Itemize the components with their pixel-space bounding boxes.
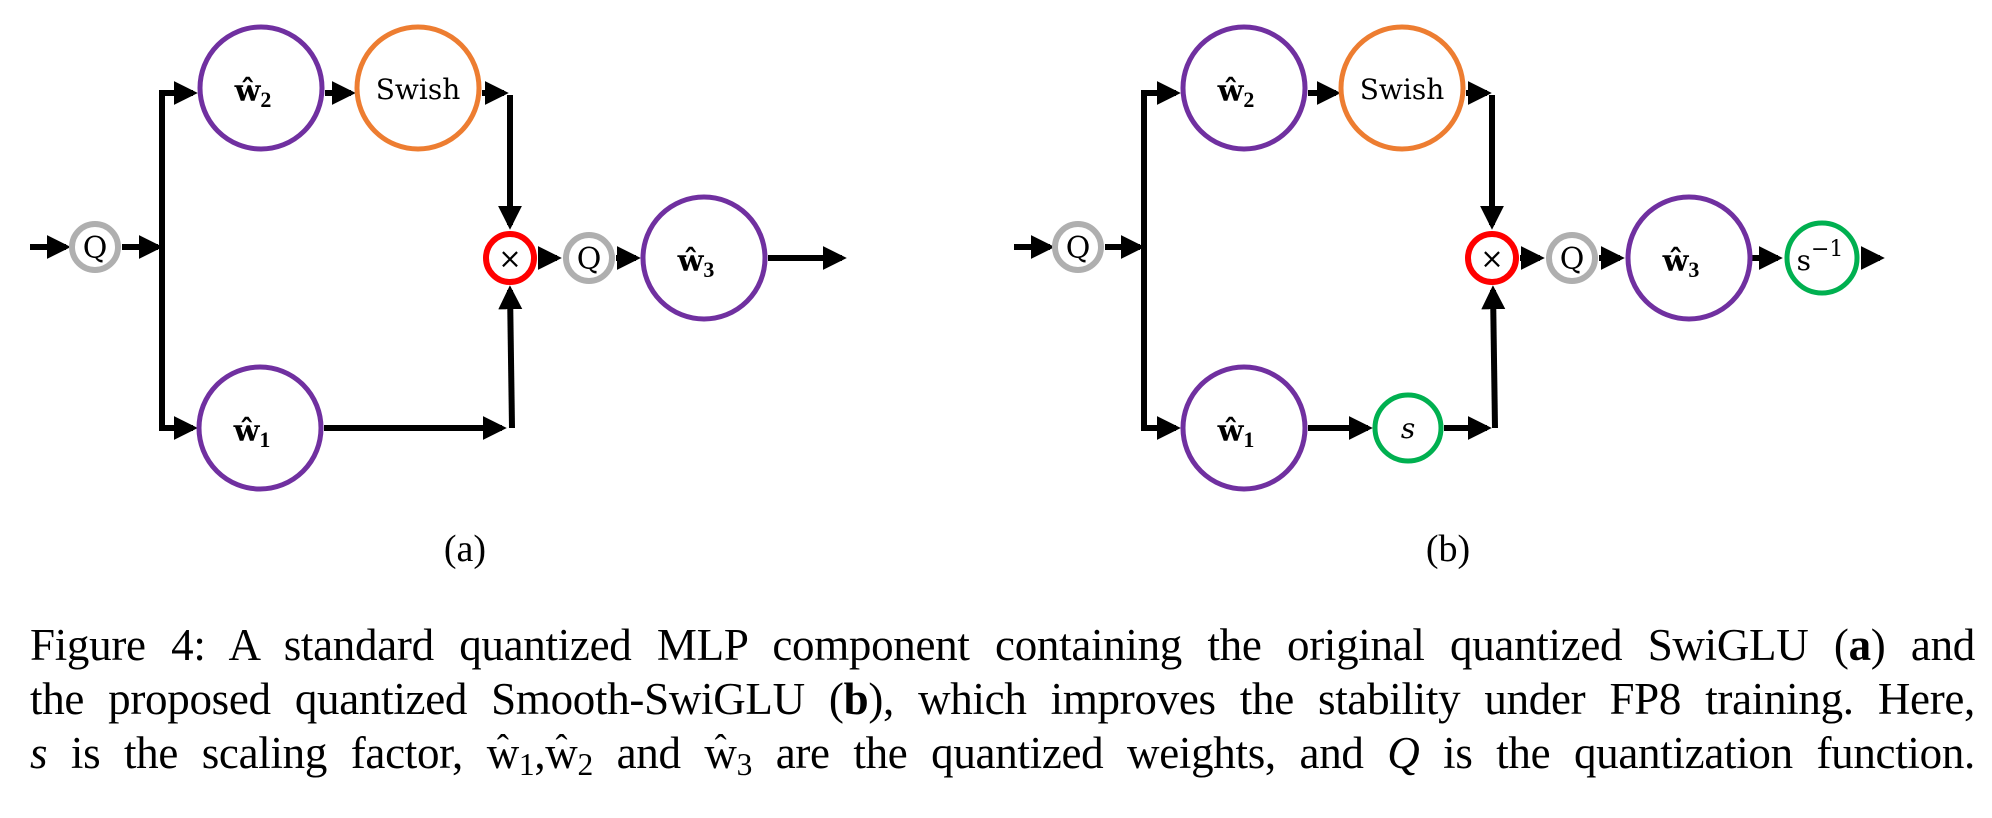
node-mul-a: ×	[483, 231, 537, 285]
node-scale-b: s	[1372, 392, 1444, 464]
node-w2-b: ŵ2	[1180, 24, 1308, 152]
caption-text: and	[592, 728, 705, 778]
node-w1-a: ŵ1	[196, 364, 324, 492]
caption-text: is the quantization function.	[1419, 728, 1975, 778]
caption-sub: 2	[577, 746, 594, 782]
panel-a: Q ŵ2 Swish ŵ1 × Q ŵ3 (a)	[30, 24, 847, 570]
caption-math-w: w	[545, 726, 578, 780]
caption-text: A standard quantized MLP component conta…	[228, 620, 1849, 670]
caption-sub: 3	[736, 746, 753, 782]
node-mul-b: ×	[1465, 231, 1519, 285]
caption-line-1: Figure 4: A standard quantized MLP compo…	[30, 618, 1975, 672]
caption-math-s: s	[30, 728, 48, 778]
node-q-in-a: Q	[69, 221, 121, 273]
node-q-out-b: Q	[1546, 232, 1598, 284]
caption-math-q: Q	[1387, 728, 1420, 778]
caption-bold: b	[843, 674, 869, 724]
multiply-icon: ×	[498, 242, 521, 275]
caption-sub: 1	[518, 746, 535, 782]
caption-text: is the scaling factor,	[47, 728, 487, 778]
node-swish-b: Swish	[1338, 24, 1466, 152]
figure-caption: Figure 4: A standard quantized MLP compo…	[30, 618, 1975, 780]
quantizer-label: Q	[577, 242, 602, 277]
node-swish-a: Swish	[354, 24, 482, 152]
node-inv-scale-b: s−1	[1784, 220, 1860, 296]
caption-text: are the quantized weights, and	[752, 728, 1388, 778]
panel-label-b: (b)	[1426, 528, 1470, 570]
scale-label: s	[1401, 412, 1415, 445]
node-q-in-b: Q	[1052, 221, 1104, 273]
activation-label: Swish	[1360, 73, 1445, 106]
caption-math-w: w	[704, 726, 737, 780]
node-w1-b: ŵ1	[1180, 364, 1308, 492]
caption-line-2: the proposed quantized Smooth-SwiGLU (b)…	[30, 672, 1975, 726]
caption-text: ), which improves the stability under FP…	[868, 674, 1976, 724]
multiply-icon: ×	[1480, 242, 1503, 275]
node-w3-b: ŵ3	[1625, 194, 1753, 322]
node-q-out-a: Q	[563, 232, 615, 284]
quantizer-label: Q	[1066, 231, 1091, 266]
caption-bold: a	[1848, 620, 1872, 670]
caption-text: ,	[534, 728, 546, 778]
panel-b: Q ŵ2 Swish ŵ1 s × Q ŵ3 s−1 (b)	[1014, 24, 1885, 570]
caption-text: ) and	[1870, 620, 1976, 670]
activation-label: Swish	[376, 73, 461, 106]
node-w2-a: ŵ2	[197, 24, 325, 152]
mlp-diagram: Q ŵ2 Swish ŵ1 × Q ŵ3 (a) Q ŵ2 Swish ŵ1 s…	[30, 24, 1885, 570]
caption-line-3: s is the scaling factor, w1,w2 and w3 ar…	[30, 726, 1975, 780]
edge-scale-up-to-mul	[1481, 285, 1506, 429]
figure-number: Figure 4:	[30, 620, 206, 670]
edge-w1-up-to-mul	[498, 285, 523, 429]
caption-math-w: w	[487, 726, 520, 780]
node-w3-a: ŵ3	[640, 194, 768, 322]
panel-label-a: (a)	[444, 528, 486, 570]
quantizer-label: Q	[1560, 242, 1585, 277]
caption-text: the proposed quantized Smooth-SwiGLU (	[30, 674, 844, 724]
quantizer-label: Q	[83, 231, 108, 266]
